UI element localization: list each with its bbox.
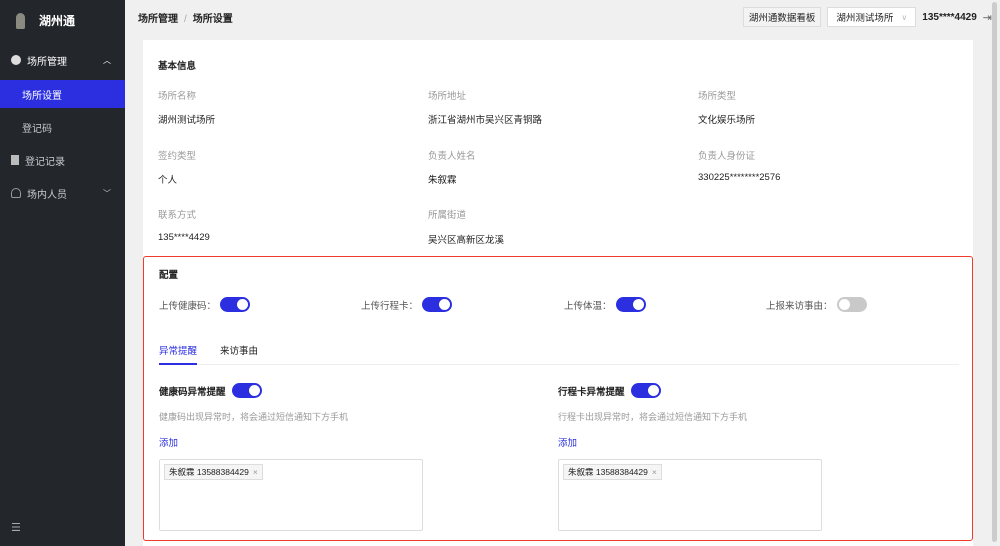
app-logo: 湖州通 <box>16 12 75 29</box>
sidebar-item-venue-settings[interactable]: 场所设置 <box>0 80 125 108</box>
breadcrumb-separator: / <box>184 13 187 25</box>
dashboard-button[interactable]: 湖州通数据看板 <box>742 7 822 27</box>
sidebar-item-label: 登记记录 <box>25 156 65 168</box>
trip-card-alert: 行程卡异常提醒 行程卡出现异常时，将会通过短信通知下方手机 添加 朱叙霖 135… <box>558 383 828 531</box>
field-label: 场所地址 <box>428 91 467 102</box>
chevron-down-icon: ﹀ <box>103 188 111 198</box>
sidebar-item-label: 场所管理 <box>27 56 67 68</box>
tab-abnormal-alert[interactable]: 异常提醒 <box>159 343 198 365</box>
chevron-down-icon: ∨ <box>901 12 908 22</box>
field-label: 负责人身份证 <box>698 151 756 162</box>
phone-tag: 朱叙霖 13588384429 × <box>563 464 662 480</box>
alert-description: 行程卡出现异常时，将会通过短信通知下方手机 <box>558 412 748 422</box>
sidebar-item-registration-records[interactable]: 登记记录 <box>0 146 125 174</box>
venue-select[interactable]: 湖州测试场所 ∨ <box>827 7 917 27</box>
chevron-up-icon: ︿ <box>103 55 111 65</box>
sidebar-item-registration-code[interactable]: 登记码 <box>0 113 125 141</box>
user-phone: 135****4429 <box>922 11 977 23</box>
field-label: 场所名称 <box>158 91 197 102</box>
alert-description: 健康码出现异常时，将会通过短信通知下方手机 <box>159 412 349 422</box>
sidebar-item-venue-management[interactable]: 场所管理 ︿ <box>0 46 125 74</box>
temperature-switch[interactable] <box>615 297 646 312</box>
breadcrumb-item[interactable]: 场所管理 <box>138 14 178 25</box>
health-code-alert-switch[interactable] <box>231 383 262 398</box>
phone-tags-input[interactable]: 朱叙霖 13588384429 × <box>558 459 822 531</box>
breadcrumb: 场所管理 / 场所设置 <box>138 10 233 25</box>
close-icon[interactable]: × <box>253 467 258 477</box>
scrollbar[interactable] <box>992 2 997 542</box>
visit-reason-switch[interactable] <box>836 297 867 312</box>
alert-title: 行程卡异常提醒 <box>558 386 625 398</box>
health-code-switch[interactable] <box>220 297 251 312</box>
alert-title: 健康码异常提醒 <box>159 386 226 398</box>
sidebar-item-label: 场所设置 <box>22 90 62 102</box>
add-phone-link[interactable]: 添加 <box>558 435 828 449</box>
sidebar-item-label: 登记码 <box>22 123 52 135</box>
toggle-trip-card: 上传行程卡： <box>361 297 453 312</box>
sidebar-item-on-site-people[interactable]: 场内人员 ﹀ <box>0 179 125 207</box>
check-circle-icon <box>11 55 21 65</box>
field-label: 场所类型 <box>698 91 737 102</box>
venue-select-value: 湖州测试场所 <box>836 13 894 24</box>
field-value: 文化娱乐场所 <box>698 115 756 126</box>
field-value: 个人 <box>158 175 178 186</box>
toggle-label: 上传行程卡： <box>361 300 419 312</box>
trip-card-switch[interactable] <box>422 297 453 312</box>
toggle-health-code: 上传健康码： <box>159 297 251 312</box>
user-icon <box>11 188 21 198</box>
trip-card-alert-switch[interactable] <box>630 383 661 398</box>
tag-label: 朱叙霖 13588384429 <box>568 467 648 477</box>
logout-icon[interactable]: ⇥ <box>983 11 992 24</box>
field-value: 朱叙霖 <box>428 175 457 186</box>
sidebar: 湖州通 场所管理 ︿ 场所设置 登记码 登记记录 场内人员 ﹀ ☰ <box>0 0 125 546</box>
basic-info-title: 基本信息 <box>158 61 197 72</box>
add-phone-link[interactable]: 添加 <box>159 435 429 449</box>
field-value: 330225********2576 <box>698 172 781 183</box>
logo-icon <box>16 12 25 29</box>
collapse-menu-icon[interactable]: ☰ <box>11 521 21 534</box>
field-label: 所属街道 <box>428 210 467 221</box>
toggle-temperature: 上传体温： <box>564 297 646 312</box>
field-label: 签约类型 <box>158 151 197 162</box>
phone-tags-input[interactable]: 朱叙霖 13588384429 × <box>159 459 423 531</box>
field-value: 135****4429 <box>158 232 210 243</box>
close-icon[interactable]: × <box>652 467 657 477</box>
tab-visit-reason[interactable]: 来访事由 <box>220 343 258 365</box>
toggle-visit-reason: 上报来访事由： <box>766 297 867 312</box>
field-label: 联系方式 <box>158 210 197 221</box>
toggle-label: 上报来访事由： <box>766 300 833 312</box>
health-code-alert: 健康码异常提醒 健康码出现异常时，将会通过短信通知下方手机 添加 朱叙霖 135… <box>159 383 429 531</box>
config-section: 配置 上传健康码： 上传行程卡： 上传体温： 上报来访事由： 异常提醒 来访事由… <box>143 256 973 541</box>
header: 场所管理 / 场所设置 湖州通数据看板 湖州测试场所 ∨ 135****4429 ⇥ <box>125 0 1000 34</box>
bookmark-icon <box>11 155 19 165</box>
breadcrumb-current: 场所设置 <box>192 13 233 25</box>
phone-tag: 朱叙霖 13588384429 × <box>164 464 263 480</box>
app-title: 湖州通 <box>39 14 76 28</box>
tag-label: 朱叙霖 13588384429 <box>169 467 249 477</box>
config-tabs: 异常提醒 来访事由 <box>159 343 959 365</box>
field-value: 浙江省湖州市吴兴区青铜路 <box>428 115 543 126</box>
toggle-label: 上传健康码： <box>159 300 217 312</box>
config-title: 配置 <box>159 270 179 281</box>
field-label: 负责人姓名 <box>428 151 476 162</box>
field-value: 湖州测试场所 <box>158 115 216 126</box>
field-value: 吴兴区高新区龙溪 <box>428 235 505 246</box>
sidebar-item-label: 场内人员 <box>27 189 67 201</box>
toggle-label: 上传体温： <box>564 300 612 312</box>
